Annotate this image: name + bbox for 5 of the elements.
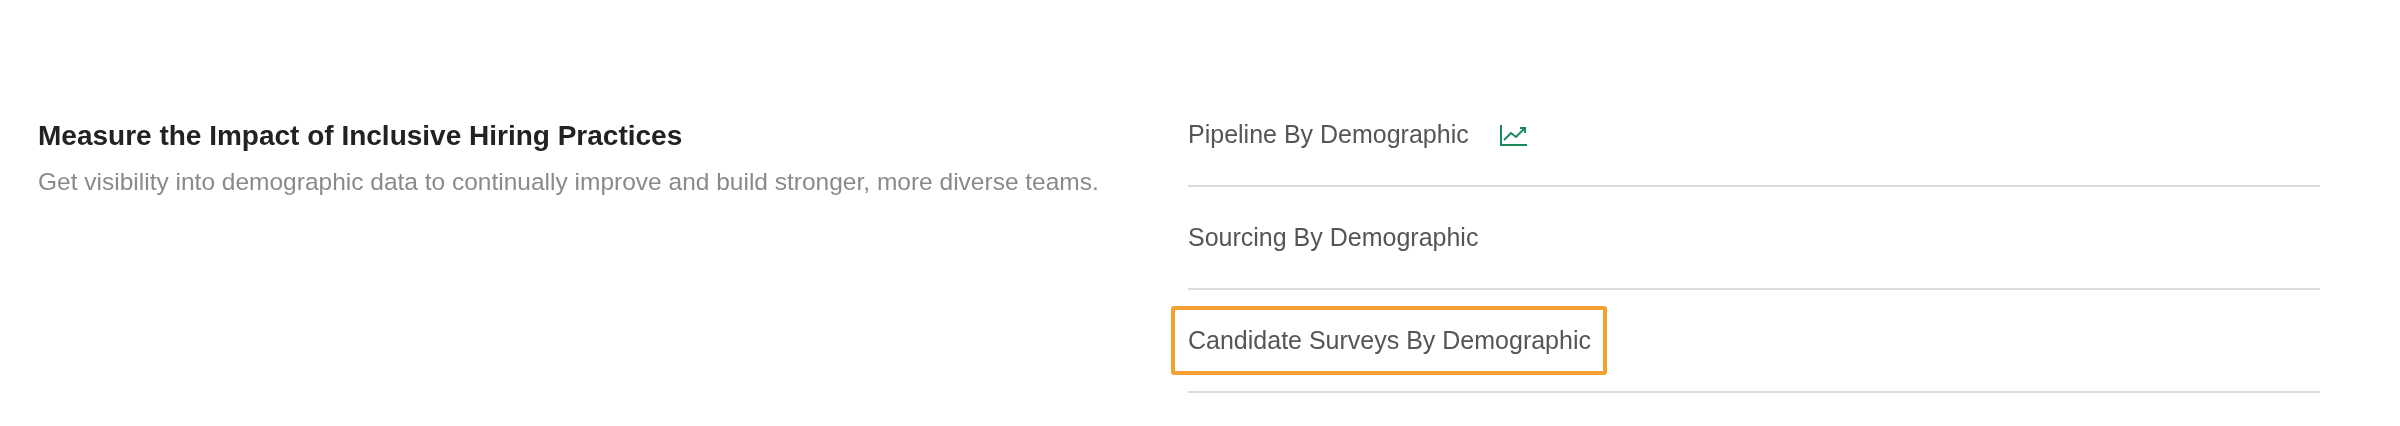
- report-link[interactable]: Sourcing By Demographic: [1171, 203, 1495, 272]
- report-link[interactable]: Candidate Surveys By Demographic: [1171, 306, 1607, 375]
- section-description: Get visibility into demographic data to continually improve and build stronger, more diverse teams.: [38, 167, 1100, 197]
- section-title: Measure the Impact of Inclusive Hiring Practices: [38, 120, 684, 152]
- report-link[interactable]: Pipeline By Demographic: [1171, 100, 1485, 169]
